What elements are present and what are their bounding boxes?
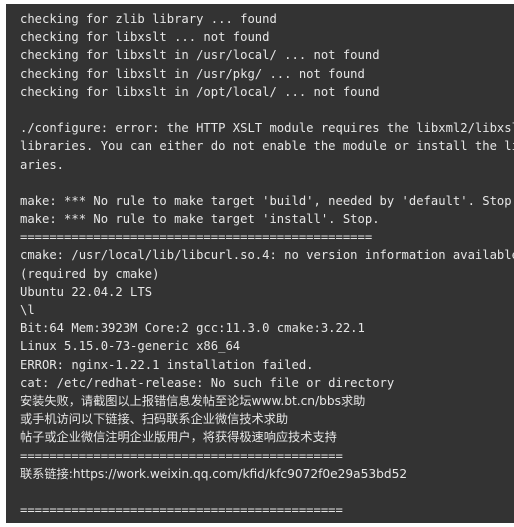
terminal-line-chinese: 或手机访问以下链接、扫码联系企业微信技术求助 <box>20 412 289 427</box>
terminal-line: checking for libxslt in /opt/local/ ... … <box>20 84 380 99</box>
terminal-separator: ========================================… <box>20 448 343 463</box>
terminal-line: make: *** No rule to make target 'instal… <box>20 212 380 227</box>
terminal-line: Bit:64 Mem:3923M Core:2 gcc:11.3.0 cmake… <box>20 321 365 336</box>
terminal-line-contact-link[interactable]: 联系链接:https://work.weixin.qq.com/kfid/kfc… <box>20 465 514 483</box>
terminal-line: cat: /etc/redhat-release: No such file o… <box>20 375 395 390</box>
terminal-line: libraries. You can either do not enable … <box>20 139 514 154</box>
terminal-line-chinese: 帖子或企业微信注明企业版用户，将获得极速响应技术支持 <box>20 430 337 445</box>
terminal-screen[interactable]: checking for zlib library ... found chec… <box>6 4 514 523</box>
terminal-line: Ubuntu 22.04.2 LTS <box>20 284 153 299</box>
terminal-line: checking for libxslt ... not found <box>20 30 270 45</box>
terminal-line: Linux 5.15.0-73-generic x86_64 <box>20 339 241 354</box>
terminal-line: checking for libxslt in /usr/local/ ... … <box>20 48 380 63</box>
terminal-line-chinese: 安装失败，请截图以上报错信息发帖至论坛www.bt.cn/bbs求助 <box>20 393 366 408</box>
terminal-line: aries. <box>20 157 65 172</box>
terminal-line-error: ERROR: nginx-1.22.1 installation failed. <box>20 357 314 372</box>
terminal-separator: ========================================… <box>20 230 373 245</box>
terminal-line: \l <box>20 303 35 317</box>
terminal-line: make: *** No rule to make target 'build'… <box>20 193 514 208</box>
terminal-line: (required by cmake) <box>20 266 160 281</box>
terminal-line: cmake: /usr/local/lib/libcurl.so.4: no v… <box>20 248 514 263</box>
terminal-line: checking for libxslt in /usr/pkg/ ... no… <box>20 66 365 81</box>
terminal-line: checking for zlib library ... found <box>20 12 277 26</box>
terminal-window: checking for zlib library ... found chec… <box>0 0 514 527</box>
terminal-line: ./configure: error: the HTTP XSLT module… <box>20 121 514 136</box>
terminal-separator: ========================================… <box>20 503 343 518</box>
